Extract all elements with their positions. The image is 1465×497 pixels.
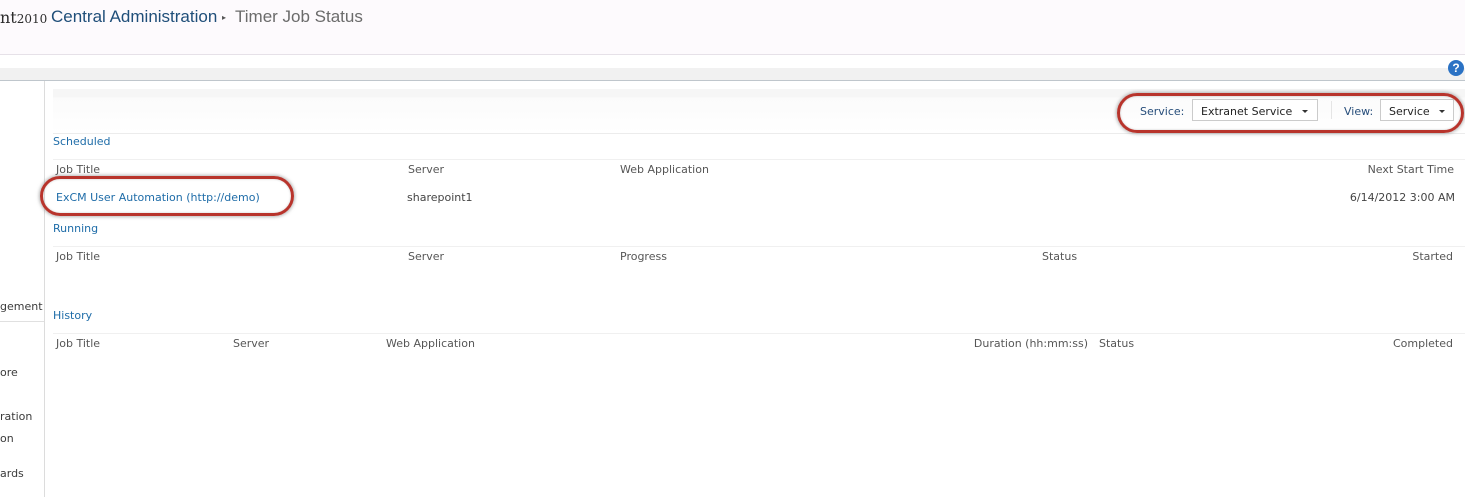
nav-item-wizards[interactable]: ards xyxy=(0,467,24,480)
running-col-server[interactable]: Server xyxy=(408,250,444,263)
scheduled-section-title: Scheduled xyxy=(53,135,111,148)
service-dropdown[interactable]: Extranet Service xyxy=(1192,99,1318,121)
history-col-job-title[interactable]: Job Title xyxy=(56,337,100,350)
scheduled-col-server[interactable]: Server xyxy=(408,163,444,176)
nav-item-configuration[interactable]: ration xyxy=(0,410,32,423)
breadcrumb-central-administration[interactable]: Central Administration xyxy=(51,7,217,27)
nav-divider xyxy=(0,321,44,322)
help-icon[interactable]: ? xyxy=(1448,60,1464,76)
chevron-down-icon xyxy=(1439,110,1445,113)
page-title: Timer Job Status xyxy=(235,7,363,26)
title-band xyxy=(0,0,1465,55)
running-section-title: Running xyxy=(53,222,99,235)
scheduled-col-next-start-time[interactable]: Next Start Time xyxy=(1368,163,1454,176)
running-col-started[interactable]: Started xyxy=(1412,250,1453,263)
nav-item-configuration-cont[interactable]: on xyxy=(0,432,14,445)
history-col-web-application[interactable]: Web Application xyxy=(386,337,475,350)
scheduled-header-divider xyxy=(53,159,1465,160)
left-nav: gement ore ration on ards xyxy=(0,81,45,497)
service-dropdown-value: Extranet Service xyxy=(1201,105,1293,118)
view-label: View: xyxy=(1344,105,1374,118)
history-section-title: History xyxy=(53,309,93,322)
nav-item-management[interactable]: gement xyxy=(0,300,43,313)
history-col-server[interactable]: Server xyxy=(233,337,269,350)
job-server: sharepoint1 xyxy=(407,191,473,204)
scheduled-col-job-title[interactable]: Job Title xyxy=(56,163,100,176)
service-label: Service: xyxy=(1140,105,1185,118)
chevron-down-icon xyxy=(1302,110,1308,113)
history-header-divider xyxy=(53,333,1465,334)
view-dropdown[interactable]: Service xyxy=(1380,99,1454,121)
brand-year: 2010 xyxy=(16,12,48,26)
scheduled-col-web-application[interactable]: Web Application xyxy=(620,163,709,176)
history-col-status[interactable]: Status xyxy=(1099,337,1134,350)
running-col-progress[interactable]: Progress xyxy=(620,250,667,263)
job-title-link[interactable]: ExCM User Automation (http://demo) xyxy=(56,191,260,204)
breadcrumb-arrow-icon: ▸ xyxy=(222,13,227,22)
nav-item-store[interactable]: ore xyxy=(0,366,18,379)
ribbon-band xyxy=(0,68,1465,81)
toolbar-divider xyxy=(1331,101,1332,119)
product-brand: nt2010 xyxy=(0,8,47,27)
job-next-start-time: 6/14/2012 3:00 AM xyxy=(1349,191,1455,204)
brand-text: nt xyxy=(0,8,17,27)
running-col-job-title[interactable]: Job Title xyxy=(56,250,100,263)
running-header-divider xyxy=(53,246,1465,247)
history-col-completed[interactable]: Completed xyxy=(1393,337,1453,350)
history-col-duration[interactable]: Duration (hh:mm:ss) xyxy=(974,337,1088,350)
running-col-status[interactable]: Status xyxy=(1042,250,1077,263)
view-dropdown-value: Service xyxy=(1389,105,1430,118)
